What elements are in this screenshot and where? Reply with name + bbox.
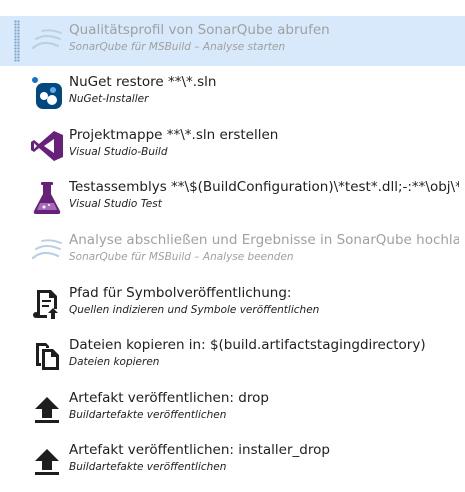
- task-subtitle: Buildartefakte veröffentlichen: [69, 461, 227, 473]
- task-nuget-restore[interactable]: NuGet restore **\*.sln NuGet-Installer: [0, 68, 465, 118]
- flask-icon: [29, 180, 65, 216]
- task-title: Qualitätsprofil von SonarQube abrufen: [69, 22, 330, 38]
- task-publish-artifact-installer-drop[interactable]: Artefakt veröffentlichen: installer_drop…: [0, 436, 465, 486]
- task-subtitle: SonarQube für MSBuild – Analyse beenden: [69, 251, 294, 263]
- task-title: Pfad für Symbolveröffentlichung:: [69, 285, 292, 301]
- task-publish-symbols[interactable]: Pfad für Symbolveröffentlichung: Quellen…: [0, 279, 465, 329]
- visual-studio-icon: [29, 128, 65, 164]
- task-title: Projektmappe **\*.sln erstellen: [69, 127, 279, 143]
- task-subtitle: Visual Studio-Build: [69, 146, 168, 158]
- task-subtitle: Visual Studio Test: [69, 198, 162, 210]
- task-subtitle: NuGet-Installer: [69, 93, 149, 105]
- task-visual-studio-test[interactable]: Testassemblys **\$(BuildConfiguration)\*…: [0, 173, 465, 223]
- task-copy-files[interactable]: Dateien kopieren in: $(build.artifactsta…: [0, 331, 465, 381]
- task-subtitle: Dateien kopieren: [69, 356, 160, 368]
- task-build-solution[interactable]: Projektmappe **\*.sln erstellen Visual S…: [0, 121, 465, 171]
- task-title: Artefakt veröffentlichen: drop: [69, 390, 269, 406]
- nuget-icon: [29, 75, 65, 111]
- task-sonarqube-begin[interactable]: Qualitätsprofil von SonarQube abrufen So…: [0, 16, 465, 66]
- task-subtitle: Buildartefakte veröffentlichen: [69, 409, 227, 421]
- task-subtitle: SonarQube für MSBuild – Analyse starten: [69, 41, 286, 53]
- task-sonarqube-end[interactable]: Analyse abschließen und Ergebnisse in So…: [0, 226, 465, 276]
- sonarqube-icon: [29, 23, 65, 59]
- task-subtitle: Quellen indizieren und Symbole veröffent…: [69, 304, 320, 316]
- sonarqube-icon: [29, 233, 65, 269]
- build-task-list: Qualitätsprofil von SonarQube abrufen So…: [0, 0, 465, 492]
- copy-files-icon: [29, 338, 65, 374]
- task-title: Dateien kopieren in: $(build.artifactsta…: [69, 337, 426, 353]
- task-publish-artifact-drop[interactable]: Artefakt veröffentlichen: drop Buildarte…: [0, 384, 465, 434]
- publish-symbols-icon: [29, 286, 65, 322]
- upload-icon: [29, 443, 65, 479]
- drag-handle[interactable]: [14, 20, 20, 62]
- task-title: Testassemblys **\$(BuildConfiguration)\*…: [69, 179, 459, 195]
- upload-icon: [29, 391, 65, 427]
- task-title: Analyse abschließen und Ergebnisse in So…: [69, 232, 459, 248]
- task-title: NuGet restore **\*.sln: [69, 74, 217, 90]
- task-title: Artefakt veröffentlichen: installer_drop: [69, 442, 330, 458]
